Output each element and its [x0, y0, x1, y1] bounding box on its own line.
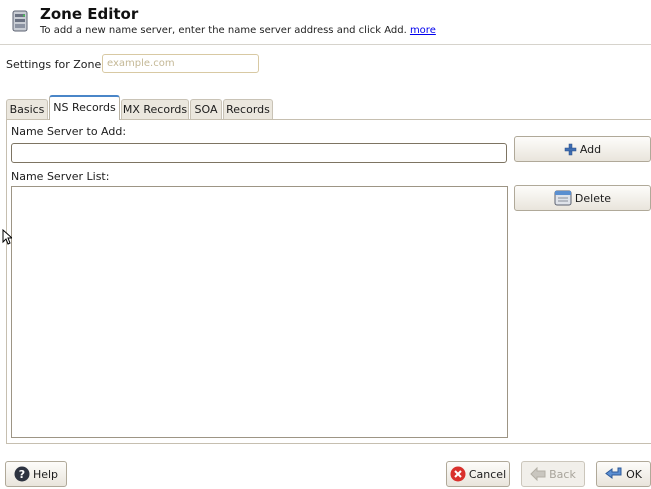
help-icon: ? [14, 466, 30, 482]
cancel-button-label: Cancel [468, 467, 507, 481]
zone-label: Settings for Zone [6, 58, 102, 71]
tab-records-label: Records [226, 103, 270, 116]
ok-enter-icon [605, 467, 623, 481]
svg-text:?: ? [19, 468, 25, 481]
header-divider [0, 44, 651, 45]
tab-mx-records[interactable]: MX Records [121, 99, 189, 119]
page-subtitle: To add a new name server, enter the name… [40, 25, 436, 36]
tab-soa-label: SOA [194, 103, 218, 116]
delete-button-label: Delete [574, 191, 612, 205]
cancel-icon [450, 466, 466, 482]
delete-button[interactable]: Delete [514, 185, 651, 211]
add-button[interactable]: Add [514, 136, 651, 162]
delete-icon [554, 190, 572, 206]
tab-ns-records[interactable]: NS Records [49, 95, 120, 120]
back-arrow-icon [530, 467, 546, 481]
ok-button[interactable]: OK [596, 461, 651, 487]
more-link[interactable]: more [410, 25, 436, 36]
back-button[interactable]: Back [521, 461, 585, 487]
ok-button-label: OK [626, 467, 642, 481]
zone-editor-icon [10, 10, 30, 32]
help-button-label: Help [32, 467, 59, 481]
tab-basics-label: Basics [9, 103, 45, 116]
cancel-button[interactable]: Cancel [446, 461, 510, 487]
name-server-to-add-label: Name Server to Add: [11, 125, 127, 138]
plus-icon [564, 143, 577, 156]
tab-soa[interactable]: SOA [190, 99, 222, 119]
tab-records[interactable]: Records [223, 99, 273, 119]
add-button-label: Add [579, 142, 602, 156]
zone-name-field[interactable] [102, 54, 259, 73]
name-server-input[interactable] [11, 143, 507, 163]
subtitle-text: To add a new name server, enter the name… [40, 25, 407, 36]
back-button-label: Back [549, 467, 576, 481]
mouse-cursor-icon [2, 228, 14, 248]
tab-basics[interactable]: Basics [6, 99, 48, 119]
help-button[interactable]: ? Help [5, 461, 67, 487]
page-title: Zone Editor [40, 5, 139, 23]
tab-mx-records-label: MX Records [122, 103, 188, 116]
name-server-list-label: Name Server List: [11, 170, 110, 183]
name-server-list[interactable] [11, 186, 508, 438]
tab-ns-records-label: NS Records [53, 101, 116, 114]
